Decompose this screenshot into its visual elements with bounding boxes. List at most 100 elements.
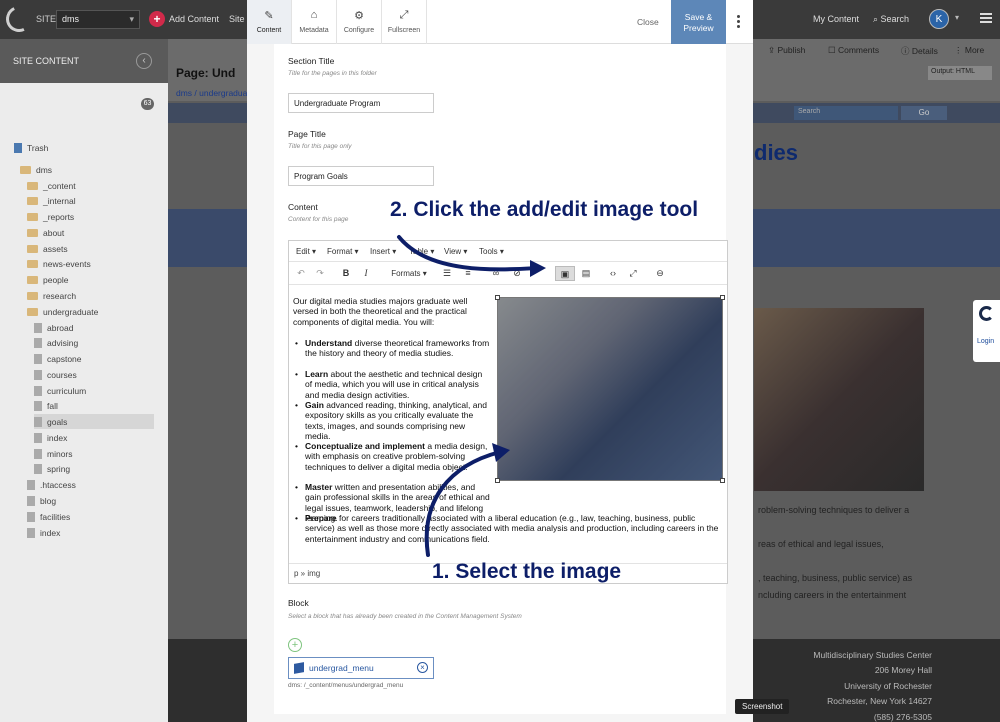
tab-label: Configure xyxy=(343,27,375,34)
tree-item-undergraduate[interactable]: undergraduate xyxy=(27,304,98,319)
tab-configure[interactable]: ⚙ Configure xyxy=(337,0,382,44)
save-preview-button[interactable]: Save & Preview xyxy=(671,0,726,44)
section-title-input[interactable]: Undergraduate Program xyxy=(288,93,434,113)
selection-tint xyxy=(498,298,722,480)
more-options-icon[interactable] xyxy=(737,15,740,28)
page-title-input[interactable]: Program Goals xyxy=(288,166,434,186)
preview-go-button[interactable]: Go xyxy=(901,106,947,120)
resize-handle[interactable] xyxy=(720,478,725,483)
menu-view[interactable]: View ▾ xyxy=(444,247,467,256)
tree-item-spring[interactable]: spring xyxy=(34,461,70,476)
tree-item-facilities[interactable]: facilities xyxy=(27,509,70,524)
menu-table[interactable]: Table ▾ xyxy=(409,247,434,256)
login-tab[interactable]: Login xyxy=(973,300,1000,362)
clear-block-icon[interactable]: × xyxy=(417,662,428,673)
close-button[interactable]: Close xyxy=(637,17,659,27)
formats-dropdown[interactable]: Formats ▾ xyxy=(387,266,431,281)
selected-image[interactable] xyxy=(495,295,725,483)
tab-fullscreen[interactable]: ⤢ Fullscreen xyxy=(382,0,427,44)
numbered-list-icon[interactable]: ≡ xyxy=(461,266,475,281)
tree-item-internal[interactable]: _internal xyxy=(27,193,76,208)
tree-item-minors[interactable]: minors xyxy=(34,446,73,461)
folder-icon xyxy=(27,181,38,190)
collapse-sidebar-icon[interactable]: ‹ xyxy=(136,53,152,69)
tree-item-advising[interactable]: advising xyxy=(34,335,78,350)
tree-item-assets[interactable]: assets xyxy=(27,241,68,256)
resize-handle[interactable] xyxy=(495,295,500,300)
gear-icon: ⚙ xyxy=(354,10,364,22)
comments-button[interactable]: ☐ Comments xyxy=(828,45,879,56)
site-select[interactable]: dms ▾ xyxy=(56,10,140,29)
list-item: Understand diverse theoretical framework… xyxy=(295,338,491,359)
tree-item-about[interactable]: about xyxy=(27,225,64,240)
add-content-label: Add Content xyxy=(169,14,220,24)
tab-content[interactable]: ✎ Content xyxy=(247,0,292,44)
search-link[interactable]: ⌕ Search xyxy=(873,14,909,25)
link-icon[interactable]: ∞ xyxy=(489,266,503,281)
preview-text-line: roblem-solving techniques to deliver a xyxy=(758,505,910,515)
tree-item-goals[interactable]: goals xyxy=(34,414,154,429)
tree-item-capstone[interactable]: capstone xyxy=(34,351,82,366)
anchor-link-icon[interactable]: ⊖ xyxy=(653,266,667,281)
hamburger-menu-icon[interactable] xyxy=(980,13,992,23)
tree-item-htaccess[interactable]: .htaccess xyxy=(27,477,76,492)
list-item-bold: Prepare xyxy=(305,513,337,523)
tree-label: index xyxy=(40,527,61,538)
resize-handle[interactable] xyxy=(720,295,725,300)
menu-edit[interactable]: Edit ▾ xyxy=(296,247,316,256)
tree-item-dms[interactable]: dms xyxy=(20,162,52,177)
italic-icon[interactable]: I xyxy=(359,266,373,281)
tree-item-fall[interactable]: fall xyxy=(34,398,58,413)
menu-tools[interactable]: Tools ▾ xyxy=(479,247,504,256)
tab-metadata[interactable]: ⌂ Metadata xyxy=(292,0,337,44)
menu-format[interactable]: Format ▾ xyxy=(327,247,359,256)
tree-label: goals xyxy=(47,416,68,427)
tree-item-trash[interactable]: Trash xyxy=(14,140,48,155)
add-content-button[interactable]: + Add Content xyxy=(149,10,219,28)
search-label: Search xyxy=(880,14,910,24)
tree-item-news-events[interactable]: news-events xyxy=(27,256,91,271)
undo-icon[interactable]: ↶ xyxy=(294,266,308,281)
source-code-icon[interactable]: ‹› xyxy=(606,266,620,281)
add-block-icon[interactable]: + xyxy=(288,638,302,652)
list-item: Learn about the aesthetic and technical … xyxy=(295,369,491,400)
list-item-bold: Master xyxy=(305,482,333,492)
menu-insert[interactable]: Insert ▾ xyxy=(370,247,396,256)
chevron-down-icon[interactable]: ▾ xyxy=(955,13,959,22)
login-logo-icon xyxy=(979,306,994,321)
details-button[interactable]: ⓘ Details xyxy=(901,45,938,57)
bold-icon[interactable]: B xyxy=(339,266,353,281)
tree-item-abroad[interactable]: abroad xyxy=(34,320,73,335)
avatar[interactable]: K xyxy=(929,9,949,29)
tree-item-index[interactable]: index xyxy=(34,430,67,445)
site-menu-link[interactable]: Site xyxy=(229,14,245,24)
fullscreen-editor-icon[interactable]: ⤢ xyxy=(626,266,640,281)
tree-label: capstone xyxy=(47,353,82,364)
output-select[interactable]: Output: HTML xyxy=(928,66,992,80)
publish-button[interactable]: ⇪ Publish xyxy=(768,45,805,56)
block-chooser[interactable]: undergrad_menu × xyxy=(288,657,434,679)
tree-item-index-root[interactable]: index xyxy=(27,525,60,540)
preview-search-input[interactable]: Search xyxy=(794,106,898,120)
tree-item-people[interactable]: people xyxy=(27,272,69,287)
unlink-icon[interactable]: ⊘ xyxy=(510,266,524,281)
list-item-text: for careers traditionally associated wit… xyxy=(305,513,719,544)
image-tool-icon[interactable]: ▣ xyxy=(555,266,575,281)
tree-item-research[interactable]: research xyxy=(27,288,76,303)
tree-item-curriculum[interactable]: curriculum xyxy=(34,383,86,398)
tree-item-content[interactable]: _content xyxy=(27,178,76,193)
bullet-list-icon[interactable]: ☰ xyxy=(440,266,454,281)
tree-label: research xyxy=(43,290,77,301)
redo-icon[interactable]: ↷ xyxy=(313,266,327,281)
my-content-link[interactable]: My Content xyxy=(813,14,859,24)
resize-handle[interactable] xyxy=(495,478,500,483)
tree-item-blog[interactable]: blog xyxy=(27,493,56,508)
edit-modal: ✎ Content ⌂ Metadata ⚙ Configure ⤢ Fulls… xyxy=(247,0,753,722)
tree-item-courses[interactable]: courses xyxy=(34,367,77,382)
more-button[interactable]: ⋮ More xyxy=(954,45,984,56)
media-icon[interactable]: ▤ xyxy=(579,266,593,281)
cascade-logo-icon[interactable] xyxy=(2,2,36,36)
rich-text-editor: Edit ▾ Format ▾ Insert ▾ Table ▾ View ▾ … xyxy=(288,240,728,584)
tree-item-reports[interactable]: _reports xyxy=(27,209,74,224)
breadcrumb[interactable]: dms / undergradua xyxy=(176,88,247,98)
